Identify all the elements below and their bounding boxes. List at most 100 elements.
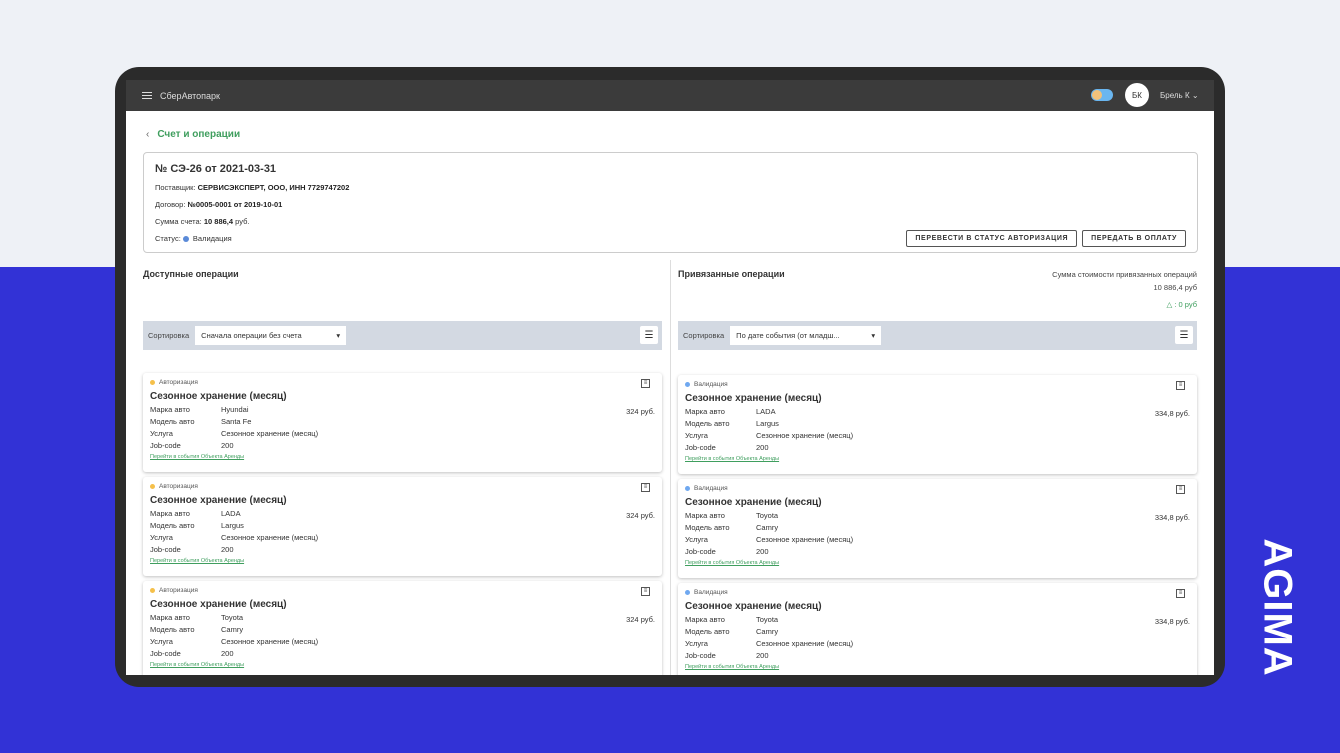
rental-events-link[interactable]: Перейти в события Объекта Аренды (150, 454, 655, 460)
field-row: Услуга Сезонное хранение (месяц) (150, 428, 655, 440)
sum-value: 10 886,4 (203, 217, 234, 226)
rental-events-link[interactable]: Перейти в события Объекта Аренды (685, 560, 1190, 566)
field-label: Модель авто (150, 625, 195, 634)
operation-card[interactable]: Авторизация ≡ Сезонное хранение (месяц) … (143, 477, 662, 576)
field-label: Модель авто (685, 627, 730, 636)
app-title[interactable]: СберАвтопарк (160, 91, 220, 101)
field-label: Модель авто (150, 417, 195, 426)
field-value: Toyota (221, 613, 244, 622)
sort-label: Сортировка (683, 331, 725, 340)
field-value: 200 (221, 545, 234, 554)
operation-price: 334,8 руб. (1154, 617, 1190, 626)
linked-operations: Привязанные операции Сумма стоимости при… (678, 260, 1197, 675)
field-value: LADA (756, 407, 776, 416)
field-value: LADA (221, 509, 241, 518)
field-row: Марка авто LADA (150, 508, 655, 520)
field-label: Job-code (150, 441, 181, 450)
user-menu[interactable]: Брель К ⌄ (1160, 91, 1199, 100)
operation-card[interactable]: Валидация ≡ Сезонное хранение (месяц) 33… (678, 479, 1197, 578)
field-value: Сезонное хранение (месяц) (756, 431, 854, 440)
field-label: Марка авто (685, 407, 725, 416)
filter-settings-icon[interactable]: ☰ (1175, 326, 1193, 344)
field-value: Largus (756, 419, 779, 428)
field-value: Сезонное хранение (месяц) (221, 429, 319, 438)
rental-events-link[interactable]: Перейти в события Объекта Аренды (685, 456, 1190, 462)
field-label: Job-code (150, 545, 181, 554)
field-label: Услуга (685, 535, 708, 544)
field-label: Модель авто (685, 523, 730, 532)
rental-events-link[interactable]: Перейти в события Объекта Аренды (150, 558, 655, 564)
status-badge: Авторизация (159, 483, 198, 490)
sort-value: Сначала операции без счета (201, 331, 302, 340)
document-icon[interactable]: ≡ (1176, 485, 1185, 494)
field-row: Job-code 200 (150, 544, 655, 556)
status-badge: Валидация (694, 381, 728, 388)
operation-title: Сезонное хранение (месяц) (150, 391, 287, 402)
field-value: Hyundai (221, 405, 249, 414)
field-value: Сезонное хранение (месяц) (756, 535, 854, 544)
contract-value: №0005-0001 от 2019-10-01 (187, 200, 283, 209)
field-row: Job-code 200 (150, 440, 655, 452)
top-bar: СберАвтопарк БК Брель К ⌄ (126, 80, 1214, 111)
operation-card[interactable]: Авторизация ≡ Сезонное хранение (месяц) … (143, 581, 662, 675)
column-divider (670, 260, 671, 675)
supplier-label: Поставщик: (155, 183, 196, 192)
document-icon[interactable]: ≡ (1176, 381, 1185, 390)
operation-card[interactable]: Валидация ≡ Сезонное хранение (месяц) 33… (678, 583, 1197, 675)
field-value: 200 (756, 547, 769, 556)
authorize-button[interactable]: ПЕРЕВЕСТИ В СТАТУС АВТОРИЗАЦИЯ (906, 230, 1078, 247)
available-operations: Доступные операции Сортировка Сначала оп… (143, 260, 662, 675)
status-dot (150, 587, 155, 593)
field-row: Марка авто Toyota (685, 614, 1190, 626)
field-label: Марка авто (150, 613, 190, 622)
sort-bar: Сортировка По дате события (от младш... ▾… (678, 321, 1197, 350)
field-row: Марка авто Hyundai (150, 404, 655, 416)
field-label: Job-code (685, 443, 716, 452)
field-label: Услуга (150, 429, 173, 438)
user-name: Брель К (1160, 91, 1190, 100)
operation-price: 324 руб. (626, 511, 655, 520)
field-row: Модель авто Largus (685, 418, 1190, 430)
operation-card[interactable]: Валидация ≡ Сезонное хранение (месяц) 33… (678, 375, 1197, 474)
dropdown-arrow-icon: ▾ (871, 331, 876, 340)
page-title: Счет и операции (157, 129, 241, 140)
back-link[interactable]: ‹ Счет и операции (146, 129, 240, 140)
field-value: Santa Fe (221, 417, 252, 426)
theme-toggle[interactable] (1091, 89, 1113, 101)
field-row: Марка авто Toyota (150, 612, 655, 624)
pay-button[interactable]: ПЕРЕДАТЬ В ОПЛАТУ (1082, 230, 1186, 247)
document-icon[interactable]: ≡ (1176, 589, 1185, 598)
sort-select[interactable]: По дате события (от младш... ▾ (730, 326, 882, 345)
operation-card[interactable]: Авторизация ≡ Сезонное хранение (месяц) … (143, 373, 662, 472)
avatar[interactable]: БК (1125, 83, 1149, 107)
field-label: Модель авто (150, 521, 195, 530)
section-title: Доступные операции (143, 269, 239, 279)
field-value: Camry (756, 523, 779, 532)
linked-sum-value: 10 886,4 руб (1153, 283, 1198, 292)
filter-settings-icon[interactable]: ☰ (640, 326, 658, 344)
field-label: Job-code (685, 547, 716, 556)
document-icon[interactable]: ≡ (641, 587, 650, 596)
sort-value: По дате события (от младш... (736, 331, 840, 340)
operation-list: Валидация ≡ Сезонное хранение (месяц) 33… (678, 375, 1197, 675)
rental-events-link[interactable]: Перейти в события Объекта Аренды (150, 662, 655, 668)
operation-price: 334,8 руб. (1154, 409, 1190, 418)
field-row: Модель авто Santa Fe (150, 416, 655, 428)
menu-icon[interactable] (142, 92, 152, 99)
document-icon[interactable]: ≡ (641, 483, 650, 492)
field-row: Марка авто Toyota (685, 510, 1190, 522)
sort-select[interactable]: Сначала операции без счета ▾ (195, 326, 347, 345)
app-screen: СберАвтопарк БК Брель К ⌄ ‹ Счет и операц… (126, 80, 1214, 675)
chevron-down-icon: ⌄ (1191, 91, 1199, 100)
operation-list: Авторизация ≡ Сезонное хранение (месяц) … (143, 373, 662, 675)
field-label: Марка авто (150, 405, 190, 414)
field-row: Услуга Сезонное хранение (месяц) (685, 430, 1190, 442)
field-value: Camry (221, 625, 244, 634)
document-icon[interactable]: ≡ (641, 379, 650, 388)
field-value: Largus (221, 521, 244, 530)
field-value: Сезонное хранение (месяц) (756, 639, 854, 648)
rental-events-link[interactable]: Перейти в события Объекта Аренды (685, 664, 1190, 670)
sum-label: Сумма счета: (155, 217, 202, 226)
invoice-card: № СЭ-26 от 2021-03-31 Поставщик: СЕРВИСЭ… (143, 152, 1198, 253)
status-badge: Авторизация (159, 587, 198, 594)
